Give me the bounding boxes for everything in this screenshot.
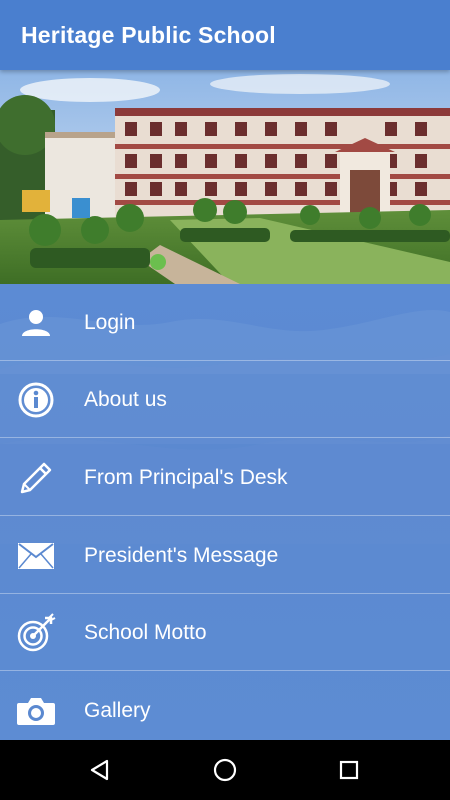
app-bar: Heritage Public School	[0, 0, 450, 70]
menu-item-label: President's Message	[84, 544, 279, 567]
pencil-icon	[14, 456, 58, 500]
menu-item-login[interactable]: Login	[0, 284, 450, 361]
home-icon[interactable]	[207, 752, 243, 788]
menu-item-label: About us	[84, 388, 167, 411]
school-banner-image	[0, 70, 450, 284]
menu-item-gallery[interactable]: Gallery	[0, 672, 450, 740]
camera-icon	[14, 689, 58, 733]
back-icon[interactable]	[82, 752, 118, 788]
menu-item-label: Login	[84, 311, 136, 334]
menu-item-label: Gallery	[84, 699, 151, 722]
recents-icon[interactable]	[331, 752, 367, 788]
menu-item-presidents-message[interactable]: President's Message	[0, 517, 450, 594]
menu-item-label: From Principal's Desk	[84, 466, 288, 489]
menu-item-principals-desk[interactable]: From Principal's Desk	[0, 439, 450, 516]
info-icon	[14, 378, 58, 422]
app-title: Heritage Public School	[21, 22, 276, 48]
user-icon	[14, 301, 58, 345]
menu-item-about-us[interactable]: About us	[0, 361, 450, 438]
menu-item-school-motto[interactable]: School Motto	[0, 594, 450, 671]
menu-item-label: School Motto	[84, 621, 207, 644]
envelope-icon	[14, 534, 58, 578]
system-navigation-bar	[0, 740, 450, 800]
target-icon	[14, 611, 58, 655]
navigation-menu: Login About us From Principal's Desk Pre…	[0, 284, 450, 740]
